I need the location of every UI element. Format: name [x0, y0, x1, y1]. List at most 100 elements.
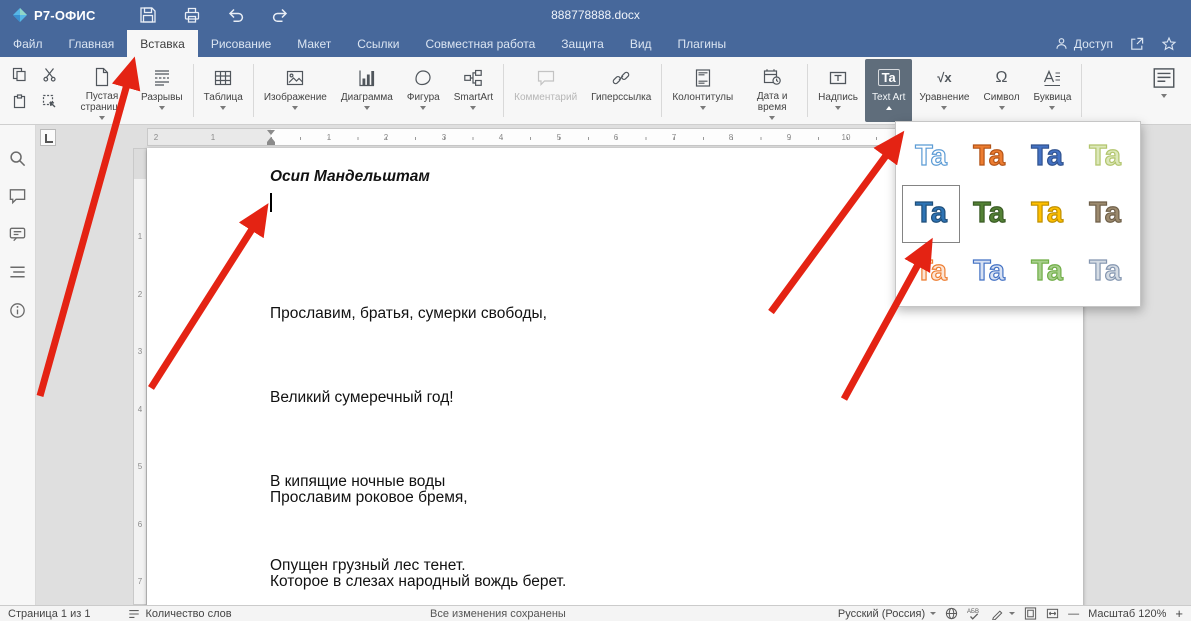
chart-icon [357, 65, 377, 90]
page-breaks-button[interactable]: Разрывы [134, 59, 190, 122]
chat-panel-button[interactable] [8, 225, 27, 244]
insert-image-button[interactable]: Изображение [257, 59, 334, 122]
textart-style-option[interactable]: Ta [1076, 185, 1134, 242]
symbol-button[interactable]: Ω Символ [976, 59, 1026, 122]
chevron-down-icon [700, 106, 706, 110]
tab-layout[interactable]: Макет [284, 30, 344, 57]
drop-cap-button[interactable]: Буквица [1027, 59, 1079, 122]
select-all-button[interactable] [42, 94, 60, 111]
chevron-down-icon [941, 106, 947, 110]
language-selector[interactable]: Русский (Россия) [838, 608, 925, 620]
about-button[interactable] [8, 301, 27, 320]
text-box-button[interactable]: Надпись [811, 59, 865, 122]
page-indicator[interactable]: Страница 1 из 1 [8, 608, 90, 620]
tab-draw[interactable]: Рисование [198, 30, 284, 57]
textart-style-option-selected[interactable]: Ta [902, 185, 960, 242]
zoom-in-button[interactable]: + [1175, 606, 1183, 621]
tab-insert[interactable]: Вставка [127, 30, 198, 57]
poem-line: Прославим, братья, сумерки свободы, [270, 300, 547, 328]
textart-style-option[interactable]: Ta [960, 185, 1018, 242]
fit-page-icon[interactable] [1024, 607, 1037, 620]
first-line-indent-marker[interactable] [267, 130, 275, 135]
word-count-button[interactable]: Количество слов [128, 608, 231, 620]
equation-button[interactable]: √x Уравнение [912, 59, 976, 122]
share-access-button[interactable]: Доступ [1054, 36, 1113, 51]
poem-stanza-2: Прославим роковое бремя, Которое в слеза… [270, 428, 632, 605]
r7-logo-icon [12, 7, 28, 23]
track-changes-icon[interactable] [991, 607, 1004, 620]
tabs-right-actions: Доступ [1054, 30, 1191, 57]
undo-button[interactable] [226, 5, 246, 25]
table-label: Таблица [204, 92, 243, 103]
textart-style-option[interactable]: Ta [902, 128, 960, 185]
fit-width-icon[interactable] [1046, 607, 1059, 620]
textart-style-option[interactable]: Ta [960, 243, 1018, 300]
tab-home[interactable]: Главная [56, 30, 128, 57]
image-icon [285, 65, 305, 90]
textart-style-option[interactable]: Ta [1018, 185, 1076, 242]
insert-smartart-button[interactable]: SmartArt [447, 59, 500, 122]
ruler-number: 8 [726, 133, 736, 142]
indent-box-marker[interactable] [267, 142, 275, 145]
tab-stop-selector[interactable] [40, 129, 56, 146]
print-button[interactable] [182, 5, 202, 25]
insert-shape-button[interactable]: Фигура [400, 59, 447, 122]
textart-style-option[interactable]: Ta [1076, 243, 1134, 300]
table-icon [213, 65, 233, 90]
tab-file[interactable]: Файл [0, 30, 56, 57]
chevron-down-icon [1161, 94, 1167, 98]
paste-button[interactable] [12, 94, 30, 111]
more-tools-button[interactable] [1139, 57, 1189, 124]
tab-references[interactable]: Ссылки [344, 30, 412, 57]
ruler-number: 7 [134, 577, 146, 586]
copy-button[interactable] [12, 67, 30, 84]
redo-button[interactable] [270, 5, 290, 25]
poem-line: Которое в слезах народный вождь берет. [270, 568, 632, 596]
text-art-gallery-popup: Ta Ta Ta Ta Ta Ta Ta Ta Ta Ta Ta Ta [895, 121, 1141, 307]
blank-page-icon [92, 65, 112, 89]
spellcheck-icon[interactable]: АБВ [967, 607, 982, 621]
insert-chart-button[interactable]: Диаграмма [334, 59, 400, 122]
textart-style-option[interactable]: Ta [960, 128, 1018, 185]
ruler-number: 6 [611, 133, 621, 142]
app-name: Р7-ОФИС [34, 8, 96, 23]
comment-label: Комментарий [514, 92, 577, 103]
text-art-button[interactable]: Ta Text Art [865, 59, 912, 122]
date-time-label: Дата и время [747, 91, 797, 113]
date-time-button[interactable]: Дата и время [740, 59, 804, 122]
clipboard-group [2, 57, 70, 124]
header-footer-button[interactable]: Колонтитулы [665, 59, 740, 122]
document-language-globe-icon[interactable] [945, 607, 958, 620]
word-count-icon [128, 608, 140, 620]
textart-style-option[interactable]: Ta [1018, 128, 1076, 185]
app-logo: Р7-ОФИС [0, 7, 96, 23]
tab-protection[interactable]: Защита [548, 30, 617, 57]
insert-blank-page-button[interactable]: Пустая страница [70, 59, 134, 122]
tab-view[interactable]: Вид [617, 30, 665, 57]
vertical-ruler[interactable]: 1 2 3 4 5 6 7 [133, 148, 147, 605]
ruler-number: 7 [669, 133, 679, 142]
save-button[interactable] [138, 5, 158, 25]
favorites-star-button[interactable] [1161, 36, 1177, 52]
textart-style-option[interactable]: Ta [1018, 243, 1076, 300]
toolbar-separator [503, 64, 504, 117]
cut-button[interactable] [42, 67, 60, 84]
tab-collaboration[interactable]: Совместная работа [412, 30, 548, 57]
comment-button[interactable]: Комментарий [507, 59, 584, 122]
navigation-panel-button[interactable] [8, 263, 27, 282]
tab-plugins[interactable]: Плагины [665, 30, 740, 57]
date-time-icon [762, 65, 782, 89]
poem-line: Великий сумеречный год! [270, 384, 547, 412]
ruler-number: 10 [841, 133, 851, 142]
search-button[interactable] [8, 149, 27, 168]
comments-panel-button[interactable] [8, 187, 27, 206]
open-file-location-button[interactable] [1129, 36, 1145, 52]
textart-style-option[interactable]: Ta [1076, 128, 1134, 185]
title-bar: Р7-ОФИС 888778888.docx [0, 0, 1191, 30]
text-box-icon [828, 65, 848, 90]
textart-style-option[interactable]: Ta [902, 243, 960, 300]
insert-table-button[interactable]: Таблица [197, 59, 250, 122]
hyperlink-button[interactable]: Гиперссылка [584, 59, 658, 122]
zoom-out-button[interactable]: — [1068, 608, 1079, 620]
ruler-number: 4 [496, 133, 506, 142]
